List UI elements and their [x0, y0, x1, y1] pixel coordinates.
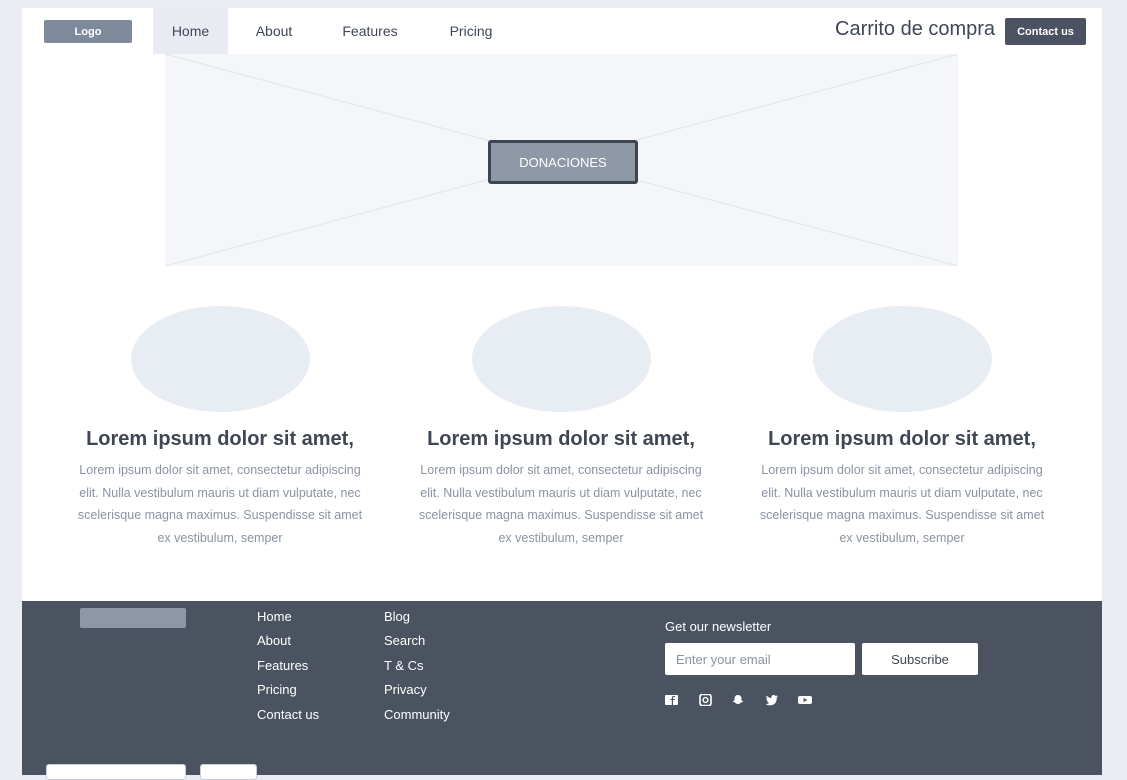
- nav-features[interactable]: Features: [335, 8, 405, 54]
- footer-links-col1: Home About Features Pricing Contact us: [257, 608, 319, 730]
- feature-title: Lorem ipsum dolor sit amet,: [768, 428, 1036, 450]
- footer-link-terms[interactable]: T & Cs: [384, 657, 450, 681]
- footer-link-community[interactable]: Community: [384, 706, 450, 730]
- feature-image-placeholder: [130, 306, 310, 412]
- contact-button[interactable]: Contact us: [1005, 18, 1086, 45]
- twitter-icon[interactable]: [765, 694, 779, 706]
- feature-image-placeholder: [471, 306, 651, 412]
- footer: Home About Features Pricing Contact us B…: [22, 601, 1102, 775]
- subscribe-button[interactable]: Subscribe: [862, 643, 978, 675]
- feature-title: Lorem ipsum dolor sit amet,: [427, 428, 695, 450]
- youtube-icon[interactable]: [798, 694, 812, 706]
- feature-image-placeholder: [812, 306, 992, 412]
- instagram-icon[interactable]: [699, 694, 713, 706]
- page: Logo Home About Features Pricing Carrito…: [22, 8, 1102, 775]
- logo[interactable]: Logo: [44, 20, 132, 43]
- feature-text: Lorem ipsum dolor sit amet, consectetur …: [759, 463, 1045, 545]
- email-input[interactable]: [665, 643, 855, 675]
- footer-link-home[interactable]: Home: [257, 608, 319, 632]
- bottom-input-partial[interactable]: [46, 764, 186, 780]
- footer-link-contact[interactable]: Contact us: [257, 706, 319, 730]
- hero-image-placeholder: DONACIONES: [165, 54, 958, 266]
- feature-title: Lorem ipsum dolor sit amet,: [86, 428, 354, 450]
- feature-card: Lorem ipsum dolor sit amet, Lorem ipsum …: [411, 306, 711, 549]
- feature-text: Lorem ipsum dolor sit amet, consectetur …: [77, 463, 363, 545]
- feature-text: Lorem ipsum dolor sit amet, consectetur …: [418, 463, 704, 545]
- nav-home[interactable]: Home: [153, 8, 228, 54]
- footer-link-pricing[interactable]: Pricing: [257, 681, 319, 705]
- cart-link[interactable]: Carrito de compra: [835, 18, 995, 41]
- feature-card: Lorem ipsum dolor sit amet, Lorem ipsum …: [752, 306, 1052, 549]
- newsletter-title: Get our newsletter: [665, 619, 772, 634]
- footer-link-about[interactable]: About: [257, 632, 319, 656]
- feature-card: Lorem ipsum dolor sit amet, Lorem ipsum …: [70, 306, 370, 549]
- footer-links-col2: Blog Search T & Cs Privacy Community: [384, 608, 450, 730]
- facebook-icon[interactable]: [665, 694, 679, 706]
- footer-link-privacy[interactable]: Privacy: [384, 681, 450, 705]
- footer-logo[interactable]: [80, 608, 186, 628]
- footer-link-search[interactable]: Search: [384, 632, 450, 656]
- bottom-button-partial[interactable]: [200, 764, 257, 780]
- nav-pricing[interactable]: Pricing: [443, 8, 499, 54]
- nav-about[interactable]: About: [247, 8, 301, 54]
- snapchat-icon[interactable]: [731, 694, 745, 706]
- footer-link-features[interactable]: Features: [257, 657, 319, 681]
- donate-button[interactable]: DONACIONES: [488, 140, 638, 184]
- footer-link-blog[interactable]: Blog: [384, 608, 450, 632]
